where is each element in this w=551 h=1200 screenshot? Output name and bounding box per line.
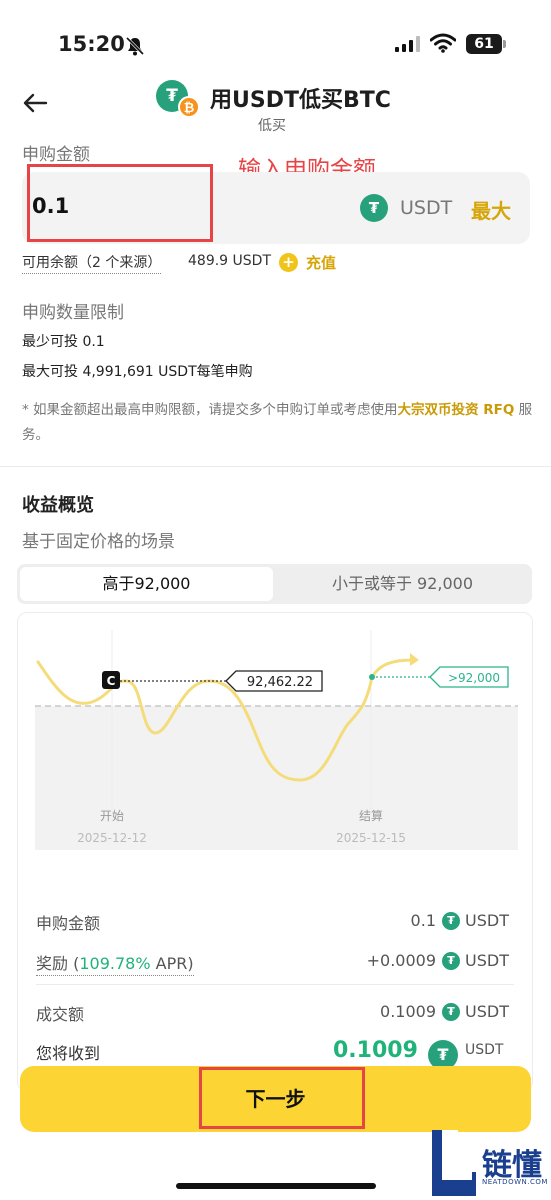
chart-price-tag-text: 92,462.22: [247, 675, 313, 690]
max-button[interactable]: 最大: [471, 195, 511, 224]
cellular-signal-icon: [395, 36, 420, 52]
back-arrow-icon[interactable]: [22, 92, 48, 114]
subscribe-amount-label: 申购金额: [22, 145, 90, 165]
limit-title: 申购数量限制: [22, 303, 124, 323]
rfq-link[interactable]: 大宗双币投资 RFQ: [398, 402, 515, 418]
summary-deal-value: 0.1009: [380, 1002, 436, 1021]
wifi-icon: [430, 33, 456, 53]
battery-tip: [503, 40, 506, 48]
status-time: 15:20: [58, 32, 125, 56]
chart-start-date: 2025-12-12: [77, 831, 147, 845]
annotation-box-next: [199, 1067, 365, 1129]
reward-suffix: APR): [150, 954, 194, 973]
chart-target-dot: [369, 674, 375, 680]
usdt-icon: ₮: [442, 912, 460, 930]
recharge-link[interactable]: 充值: [306, 252, 336, 273]
amount-unit: USDT: [400, 197, 453, 219]
chart-settle-label: 结算: [359, 808, 383, 823]
page-subtitle: 低买: [258, 118, 286, 134]
chart-start-label: 开始: [100, 809, 124, 823]
chart-marker-text: C: [107, 674, 116, 688]
usdt-icon: ₮: [360, 194, 388, 222]
available-balance-value: 489.9 USDT: [188, 253, 271, 269]
chart-target-tag-text: >92,000: [448, 671, 500, 685]
chart-shaded-area: [35, 706, 518, 850]
limit-max: 最大可投 4,991,691 USDT每笔申购: [22, 364, 253, 380]
plus-circle-icon[interactable]: +: [279, 253, 298, 272]
yield-overview-subtitle: 基于固定价格的场景: [22, 532, 175, 552]
tab-below-or-equal[interactable]: 小于或等于 92,000: [276, 567, 529, 601]
page-title: 用USDT低买BTC: [210, 88, 391, 113]
summary-receive-value: 0.1009: [333, 1038, 418, 1063]
summary-subscribe-unit: USDT: [465, 911, 509, 930]
chart-forecast-line: [370, 658, 416, 679]
usdt-icon: ₮: [442, 1003, 460, 1021]
tab-above[interactable]: 高于92,000: [20, 567, 273, 601]
home-indicator: [176, 1183, 376, 1189]
limit-note: * 如果金额超出最高申购限额，请提交多个申购订单或考虑使用大宗双币投资 RFQ …: [22, 398, 542, 448]
summary-receive-label: 您将收到: [36, 1044, 101, 1063]
reward-prefix: 奖励 (: [36, 954, 80, 973]
usdt-icon: ₮: [442, 952, 460, 970]
chart-forecast-arrowhead: [410, 653, 419, 666]
summary-receive-unit: USDT: [465, 1042, 504, 1058]
scenario-chart: C 92,462.22 >92,000 开始 2025-12-12 结算 202…: [35, 630, 518, 850]
chart-settle-date: 2025-12-15: [336, 831, 406, 845]
section-divider: [0, 466, 551, 467]
summary-reward-unit: USDT: [465, 951, 509, 970]
summary-subscribe-label: 申购金额: [36, 914, 101, 933]
btc-coin-icon: ₿: [178, 96, 200, 118]
summary-subscribe-value: 0.1: [410, 911, 436, 930]
summary-reward-value: +0.0009: [366, 951, 436, 970]
summary-deal-unit: USDT: [465, 1002, 509, 1021]
battery-level: 61: [466, 34, 502, 54]
summary-deal-label: 成交额: [36, 1005, 85, 1024]
yield-overview-title: 收益概览: [22, 495, 94, 516]
bell-mute-icon: [125, 36, 145, 56]
summary-reward-label[interactable]: 奖励 (109.78% APR): [36, 950, 194, 976]
reward-apr-percent: 109.78%: [79, 954, 151, 973]
note-prefix: * 如果金额超出最高申购限额，请提交多个申购订单或考虑使用: [22, 402, 398, 418]
annotation-box-input: [27, 164, 213, 242]
watermark-logo: [432, 1130, 476, 1196]
available-balance-label[interactable]: 可用余额（2 个来源）: [22, 252, 162, 274]
summary-divider: [36, 984, 514, 985]
limit-min: 最少可投 0.1: [22, 334, 105, 350]
watermark-url: NEATDOWN.COM: [482, 1178, 548, 1186]
